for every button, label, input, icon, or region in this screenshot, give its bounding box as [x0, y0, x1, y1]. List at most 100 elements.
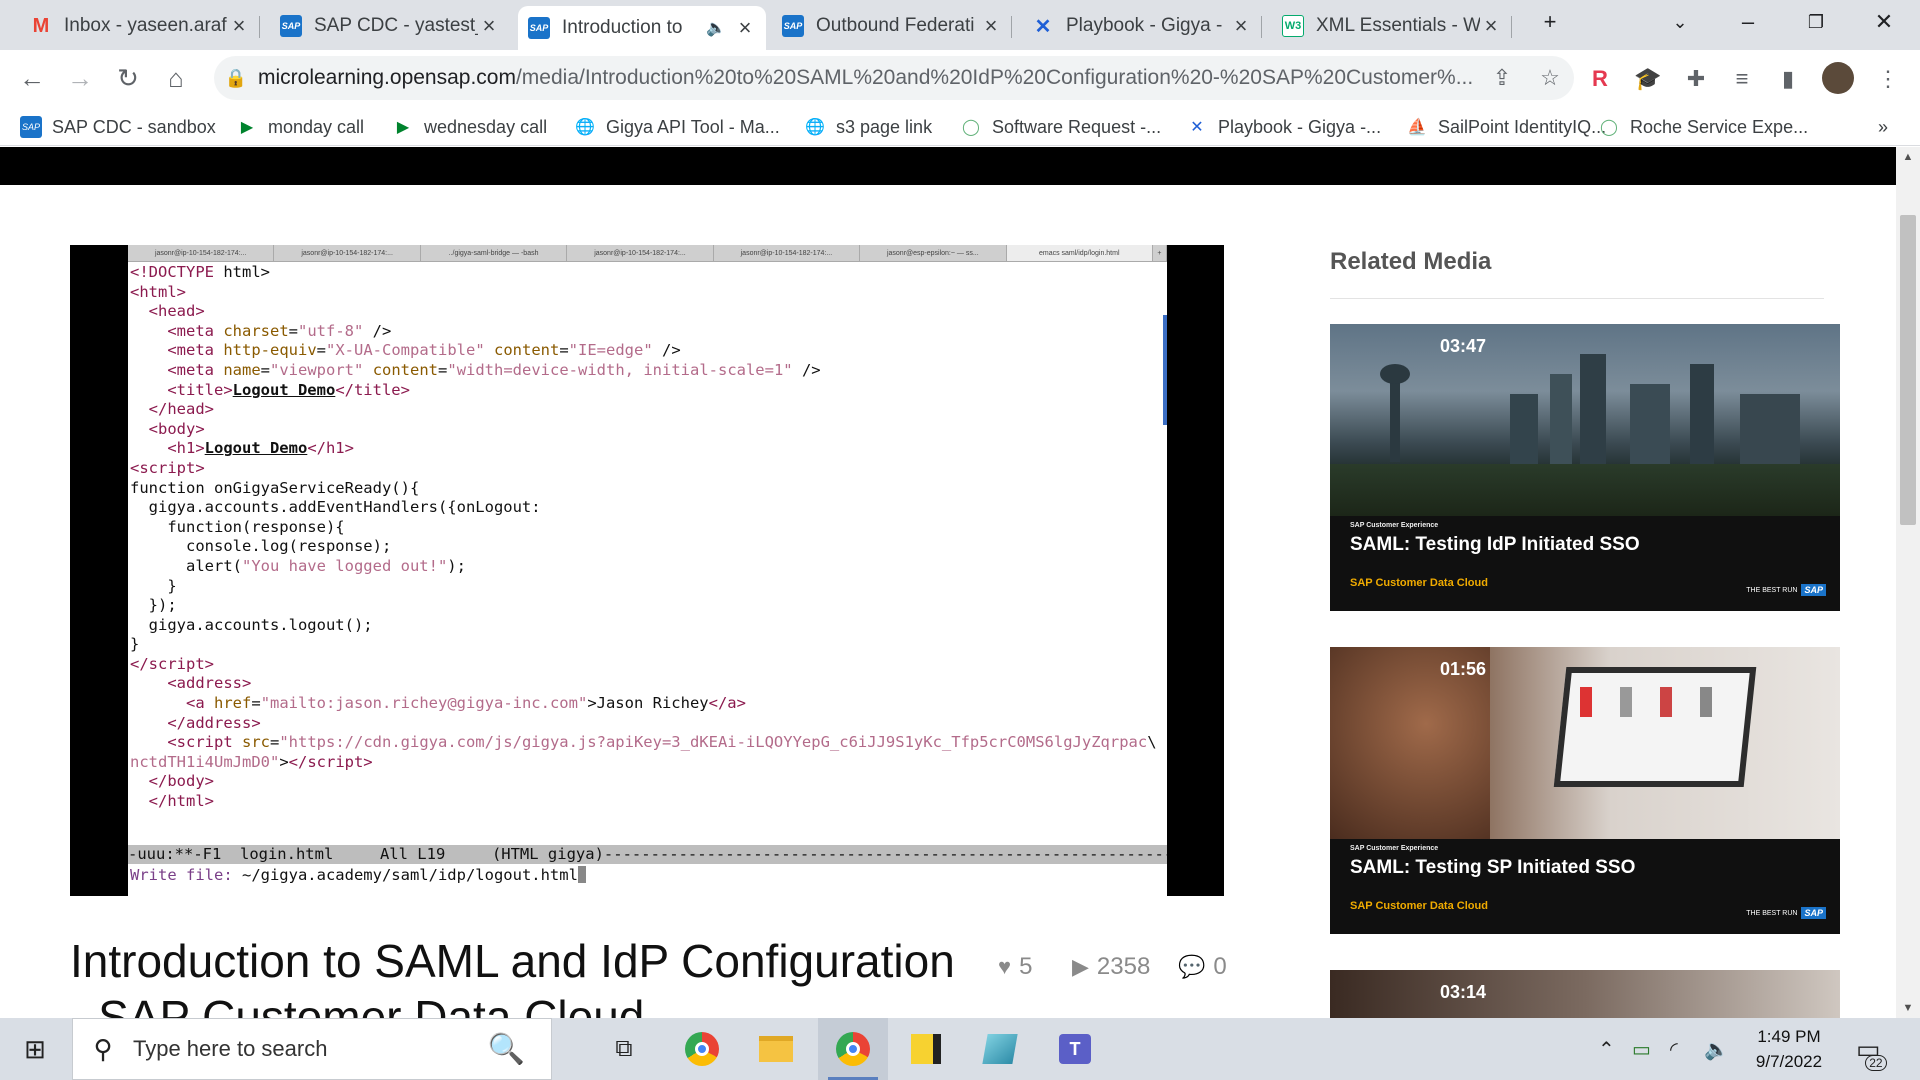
reload-icon[interactable]: ↻: [110, 60, 146, 96]
related-video-card[interactable]: 03:47 SAP Customer Experience SAML: Test…: [1330, 324, 1840, 611]
emacs-modeline: -uuu:**-F1 login.html All L19 (HTML gigy…: [128, 845, 1167, 864]
task-view-icon[interactable]: ⧉: [592, 1018, 656, 1080]
url-text[interactable]: microlearning.opensap.com/media/Introduc…: [258, 66, 1478, 90]
sap-icon: SAP: [528, 17, 550, 39]
scroll-up-icon[interactable]: ▲: [1896, 147, 1920, 167]
notebook-app-icon[interactable]: [968, 1018, 1032, 1080]
sticky-notes-icon[interactable]: [894, 1018, 958, 1080]
search-icon: ⚲: [93, 1033, 113, 1064]
windows-start-icon[interactable]: ⊞: [0, 1018, 70, 1080]
close-window-icon[interactable]: ✕: [1856, 0, 1912, 44]
sap-logo: THE BEST RUN SAP: [1746, 907, 1826, 919]
site-header: [0, 147, 1896, 185]
address-bar[interactable]: 🔒 microlearning.opensap.com/media/Introd…: [214, 56, 1574, 100]
tab-introduction[interactable]: SAP Introduction to 🔈 ×: [518, 6, 766, 50]
search-highlight-icon: 🔍: [487, 1032, 525, 1066]
scroll-down-icon[interactable]: ▼: [1896, 998, 1920, 1018]
chrome-profile-icon[interactable]: [818, 1018, 888, 1080]
bookmark-playbook[interactable]: ✕ Playbook - Gigya -...: [1186, 114, 1381, 140]
circle-icon: ◯: [1600, 119, 1618, 136]
share-icon[interactable]: ⇪: [1478, 65, 1526, 91]
extension-r-icon[interactable]: R: [1584, 64, 1616, 94]
confluence-icon: ✕: [1190, 119, 1204, 136]
search-placeholder: Type here to search: [133, 1036, 328, 1061]
terminal-tab: jasonr@ip-10-154-182-174:...: [274, 245, 421, 261]
bookmark-s3-page[interactable]: 🌐 s3 page link: [804, 114, 932, 140]
duration-badge: 03:14: [1440, 982, 1487, 1002]
browser-toolbar: ← → ↻ ⌂ 🔒 microlearning.opensap.com/medi…: [0, 50, 1920, 106]
file-explorer-icon[interactable]: [744, 1018, 808, 1080]
wifi-icon[interactable]: ◜: [1670, 1018, 1678, 1080]
tab-gmail[interactable]: M Inbox - yaseen.araf ×: [20, 6, 260, 46]
card-title: SAML: Testing SP Initiated SSO: [1350, 857, 1636, 878]
lock-icon[interactable]: 🔒: [214, 68, 258, 89]
avatar[interactable]: [1822, 62, 1854, 94]
puzzle-extensions-icon[interactable]: ✚: [1680, 64, 1712, 94]
volume-icon[interactable]: 🔈: [1704, 1018, 1729, 1080]
tab-strip: M Inbox - yaseen.araf × SAP SAP CDC - ya…: [0, 0, 1920, 50]
terminal-tab: jasonr@esp-epsilon:~ — ss...: [860, 245, 1007, 261]
sap-logo: THE BEST RUN SAP: [1746, 584, 1826, 596]
terminal-tabs: jasonr@ip-10-154-182-174:... jasonr@ip-1…: [128, 245, 1167, 262]
tab-outbound[interactable]: SAP Outbound Federati ×: [772, 6, 1012, 46]
terminal-tab: jasonr@ip-10-154-182-174:...: [128, 245, 275, 261]
taskbar-search[interactable]: ⚲ Type here to search 🔍: [72, 1018, 552, 1080]
graduation-cap-icon[interactable]: 🎓: [1632, 64, 1664, 94]
close-icon[interactable]: ×: [1480, 13, 1502, 39]
home-icon[interactable]: ⌂: [158, 60, 194, 96]
close-icon[interactable]: ×: [228, 13, 250, 39]
sap-icon: SAP: [20, 116, 42, 138]
notification-center-icon[interactable]: ▭ 22: [1856, 1018, 1887, 1080]
tab-title: Outbound Federati: [816, 15, 975, 36]
terminal-tab: jasonr@ip-10-154-182-174:...: [714, 245, 861, 261]
page-scrollbar[interactable]: ▲ ▼: [1896, 147, 1920, 1018]
chrome-icon[interactable]: [670, 1018, 734, 1080]
bookmark-gigya-api-tool[interactable]: 🌐 Gigya API Tool - Ma...: [574, 114, 780, 140]
comments-count: 0: [1213, 953, 1227, 980]
comment-icon: 💬: [1178, 954, 1206, 979]
media-queue-icon[interactable]: ≡: [1726, 64, 1758, 94]
tab-search-chevron-icon[interactable]: ⌄: [1652, 0, 1708, 44]
plays-stat: ▶ 2358: [1072, 953, 1150, 981]
circle-icon: ◯: [962, 119, 980, 136]
comments-stat[interactable]: 💬 0: [1178, 953, 1227, 981]
side-panel-icon[interactable]: ▮: [1772, 64, 1804, 94]
sailpoint-icon: ⛵: [1407, 119, 1427, 136]
bookmark-wednesday-call[interactable]: ▶ wednesday call: [392, 114, 547, 140]
close-icon[interactable]: ×: [478, 13, 500, 39]
bookmark-sailpoint[interactable]: ⛵ SailPoint IdentityIQ...: [1406, 114, 1606, 140]
teams-icon[interactable]: T: [1042, 1018, 1108, 1080]
restore-icon[interactable]: ❐: [1788, 0, 1844, 44]
bookmark-monday-call[interactable]: ▶ monday call: [236, 114, 364, 140]
bookmark-software-request[interactable]: ◯ Software Request -...: [960, 114, 1161, 140]
related-video-card[interactable]: 01:56 SAP Customer Experience SAML: Test…: [1330, 647, 1840, 934]
windows-taskbar: ⊞ ⚲ Type here to search 🔍 ⧉ T ⌃ ▭ ◜ 🔈 1:…: [0, 1018, 1920, 1080]
video-player[interactable]: jasonr@ip-10-154-182-174:... jasonr@ip-1…: [70, 245, 1224, 896]
system-clock[interactable]: 1:49 PM 9/7/2022: [1734, 1024, 1844, 1074]
speaker-icon[interactable]: 🔈: [706, 18, 726, 38]
tab-sap-cdc[interactable]: SAP SAP CDC - yastest_ ×: [270, 6, 510, 46]
scroll-thumb[interactable]: [1900, 215, 1916, 525]
tab-playbook[interactable]: ✕ Playbook - Gigya - ×: [1022, 6, 1262, 46]
bookmark-star-icon[interactable]: ☆: [1526, 65, 1574, 91]
related-video-card[interactable]: 03:14: [1330, 970, 1840, 1018]
bookmark-sap-cdc[interactable]: SAP SAP CDC - sandbox: [20, 114, 216, 140]
menu-kebab-icon[interactable]: ⋮: [1872, 64, 1904, 94]
sap-icon: SAP: [782, 15, 804, 37]
minimize-icon[interactable]: –: [1720, 0, 1776, 44]
battery-icon[interactable]: ▭: [1632, 1018, 1651, 1080]
forward-icon[interactable]: →: [62, 60, 98, 96]
more-bookmarks-icon[interactable]: »: [1878, 114, 1888, 140]
close-icon[interactable]: ×: [734, 15, 756, 41]
close-icon[interactable]: ×: [980, 13, 1002, 39]
show-hidden-icons[interactable]: ⌃: [1598, 1018, 1615, 1080]
related-media-heading: Related Media: [1330, 248, 1492, 275]
back-icon[interactable]: ←: [14, 60, 50, 96]
bookmark-roche[interactable]: ◯ Roche Service Expe...: [1598, 114, 1808, 140]
tab-xml[interactable]: W3 XML Essentials - W ×: [1272, 6, 1512, 46]
new-tab-icon[interactable]: +: [1522, 0, 1578, 44]
globe-icon: 🌐: [575, 119, 595, 136]
like-button[interactable]: ♥ 5: [998, 953, 1032, 981]
laptop-shopping-thumbnail: [1330, 647, 1840, 839]
close-icon[interactable]: ×: [1230, 13, 1252, 39]
